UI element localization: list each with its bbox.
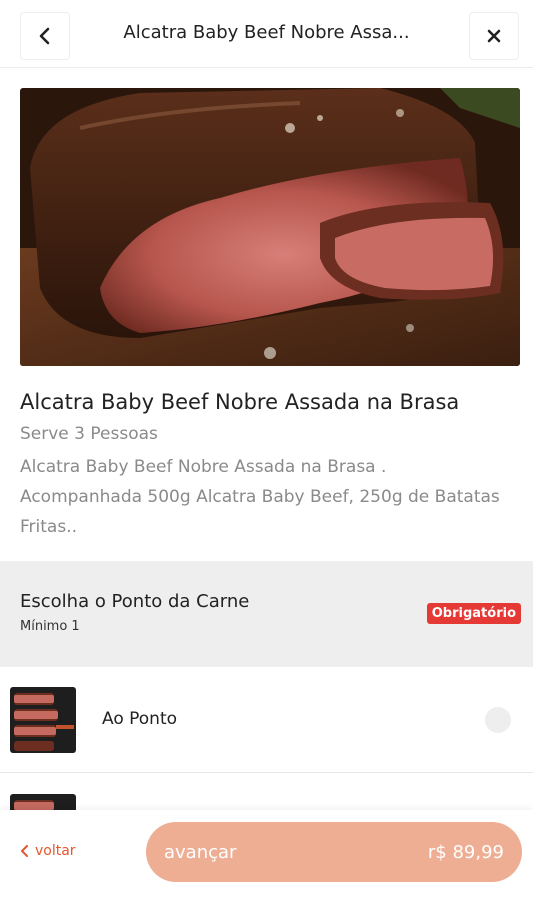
chevron-left-icon — [39, 27, 50, 45]
product-description: Alcatra Baby Beef Nobre Assada na Brasa … — [20, 457, 500, 537]
chevron-left-icon — [21, 845, 28, 857]
total-price: r$ 89,99 — [427, 841, 504, 863]
option-item[interactable]: Ao Ponto — [0, 667, 533, 773]
option-thumbnail — [10, 687, 76, 753]
option-group-header: Escolha o Ponto da Carne Mínimo 1 Obriga… — [0, 561, 533, 667]
back-button[interactable] — [20, 12, 70, 60]
advance-button[interactable]: avançar r$ 89,99 — [146, 822, 522, 882]
page-title: Alcatra Baby Beef Nobre Assa... — [123, 22, 410, 43]
option-group-minimum: Mínimo 1 — [20, 619, 80, 634]
advance-button-label: avançar — [164, 841, 237, 863]
option-group-title: Escolha o Ponto da Carne — [20, 591, 250, 612]
product-image — [20, 88, 520, 366]
product-name: Alcatra Baby Beef Nobre Assada na Brasa — [20, 390, 460, 414]
required-badge: Obrigatório — [426, 603, 521, 624]
close-button[interactable] — [469, 12, 519, 60]
top-bar: Alcatra Baby Beef Nobre Assa... — [0, 0, 533, 68]
bottom-bar: voltar avançar r$ 89,99 — [0, 810, 533, 900]
option-radio[interactable] — [485, 707, 511, 733]
back-link[interactable]: voltar — [20, 843, 76, 859]
option-label: Ao Ponto — [102, 709, 178, 729]
back-link-label: voltar — [35, 843, 76, 859]
close-icon — [487, 29, 501, 43]
product-serves: Serve 3 Pessoas — [20, 424, 158, 444]
